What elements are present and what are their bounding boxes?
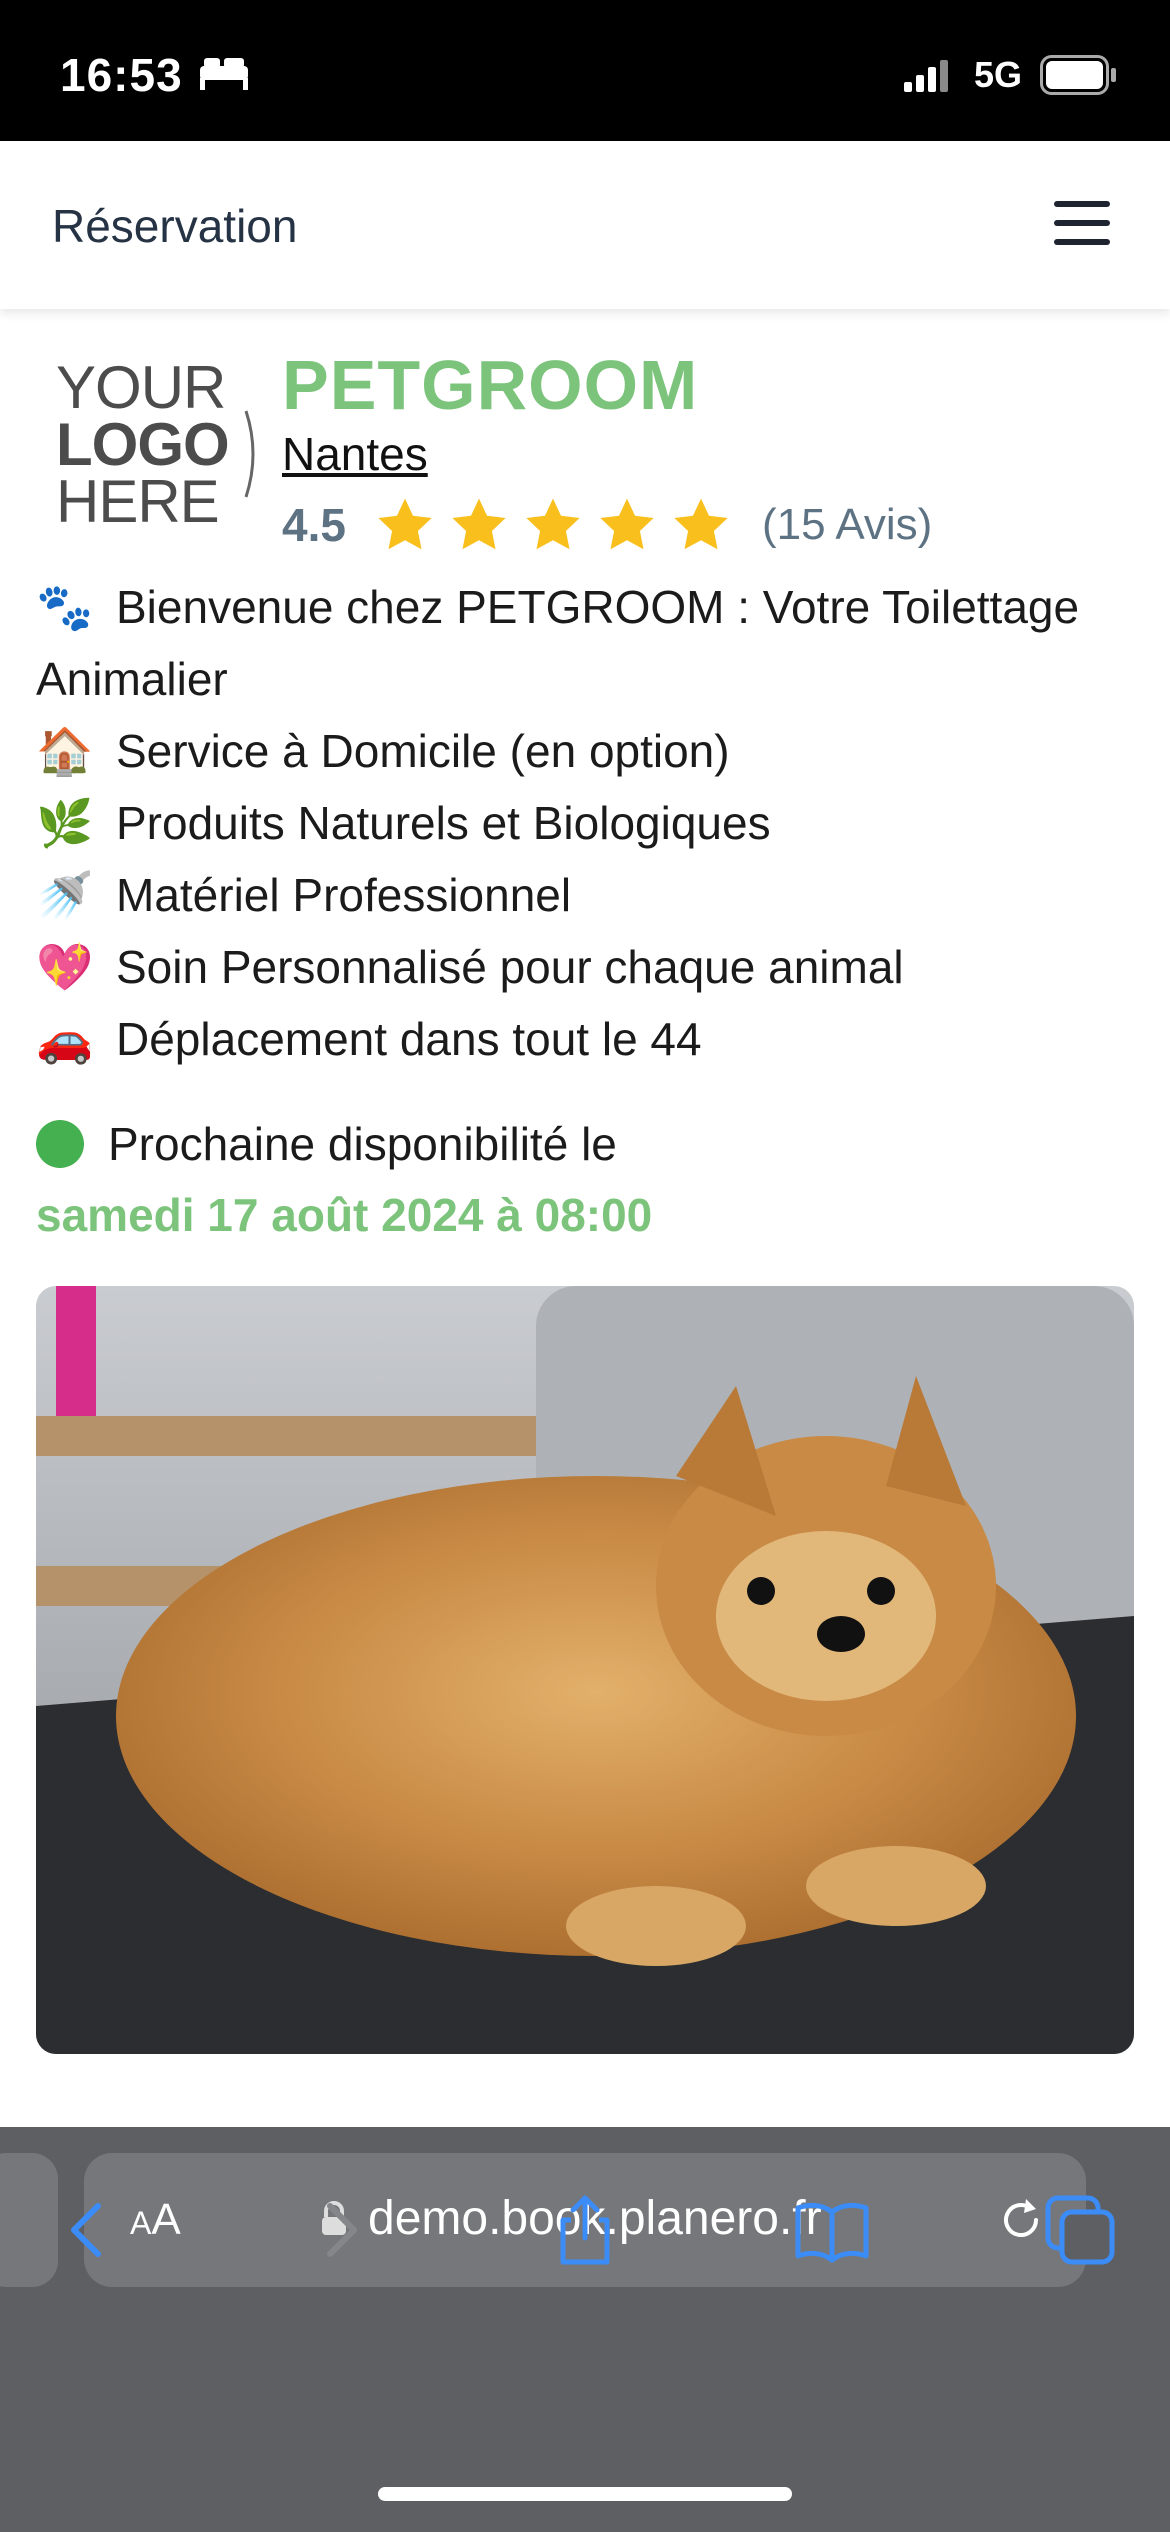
battery-icon [1040,55,1116,95]
page-title: Réservation [52,200,298,252]
feature-item-continuation: Animalier [36,653,228,705]
availability-date[interactable]: samedi 17 août 2024 à 08:00 [36,1188,652,1242]
feature-item: 🚿 Matériel Professionnel [36,859,1146,931]
business-city-link[interactable]: Nantes [282,427,428,481]
sparkling-heart-icon: 💖 [36,941,94,993]
rating-value: 4.5 [282,499,346,551]
bed-icon [200,58,248,90]
rating-row: 4.5 (15 Avis) [282,495,932,555]
share-icon[interactable] [545,2190,625,2270]
logo-line-2: LOGO [56,411,230,478]
rating-stars [374,494,732,556]
feature-text: Bienvenue chez PETGROOM : Votre Toiletta… [116,581,1080,633]
nav-header: Réservation [0,141,1170,309]
browser-bottom-bar: AA demo.book.planero.fr [0,2127,1170,2532]
back-icon[interactable] [48,2190,128,2270]
logo-arc-decoration [244,410,255,498]
star-icon [378,498,432,550]
feature-text: Matériel Professionnel [116,869,572,921]
forward-icon[interactable] [300,2190,380,2270]
feature-text: Service à Domicile (en option) [116,725,730,777]
network-label: 5G [974,54,1023,95]
feature-text: Déplacement dans tout le 44 [116,1013,702,1065]
house-icon: 🏠 [36,725,94,777]
star-icon [674,498,728,550]
feature-item: 🐾 Bienvenue chez PETGROOM : Votre Toilett… [36,571,1146,643]
feature-item: 💖 Soin Personnalisé pour chaque animal [36,931,1146,1003]
logo-line-1: YOUR [56,354,226,421]
feature-item: 🌿 Produits Naturels et Biologiques [36,787,1146,859]
feature-list: 🐾 Bienvenue chez PETGROOM : Votre Toilett… [36,571,1146,1075]
feature-text: Soin Personnalisé pour chaque animal [116,941,904,993]
availability-status-dot [36,1120,84,1168]
availability-label: Prochaine disponibilité le [108,1118,617,1170]
signal-icon [904,60,948,92]
logo-line-3: HERE [56,468,220,535]
feature-text: Produits Naturels et Biologiques [116,797,771,849]
hamburger-menu-icon[interactable] [1054,201,1110,245]
tabs-icon[interactable] [1040,2190,1120,2270]
herb-icon: 🌿 [36,797,94,849]
feature-item: 🏠 Service à Domicile (en option) [36,715,1146,787]
business-logo: YOUR LOGO HERE [56,354,256,549]
feature-item: 🚗 Déplacement dans tout le 44 [36,1003,1146,1075]
reader-settings-button[interactable]: AA [130,2195,181,2245]
shower-icon: 🚿 [36,869,94,921]
star-icon [600,498,654,550]
paw-prints-icon: 🐾 [36,581,94,633]
business-name: PETGROOM [282,346,699,424]
dog-photo [36,1286,1134,2054]
status-time: 16:53 [60,49,183,101]
star-icon [526,498,580,550]
car-icon: 🚗 [36,1013,94,1065]
review-count-link[interactable]: (15 Avis) [762,500,932,550]
star-icon [452,498,506,550]
status-bar: 16:53 5G [0,0,1170,141]
bookmarks-icon[interactable] [792,2190,872,2270]
home-indicator [378,2487,792,2501]
